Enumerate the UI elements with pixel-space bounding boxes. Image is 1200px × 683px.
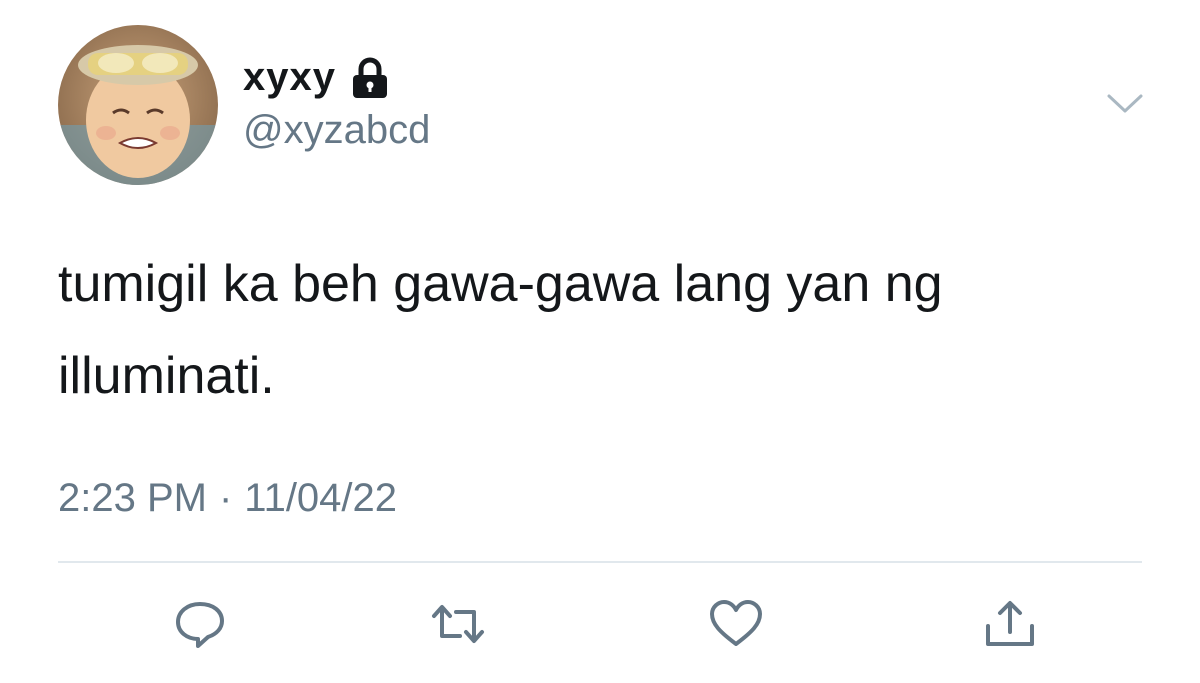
tweet-time: 2:23 PM [58,476,207,520]
timestamp-separator: · [218,476,233,520]
like-button[interactable] [708,598,764,650]
avatar-image [58,25,218,185]
user-handle[interactable]: @xyzabcd [243,108,430,153]
timestamp[interactable]: 2:23 PM · 11/04/22 [58,476,397,521]
share-button[interactable] [982,598,1038,650]
display-name[interactable]: xyxy [243,55,336,100]
divider [58,561,1142,563]
speech-bubble-icon [176,602,224,648]
heart-icon [710,600,762,646]
display-name-row: xyxy [243,55,390,100]
tweet-card: xyxy @xyzabcd tumigil ka beh gawa-gawa l… [0,0,1200,683]
retweet-icon [432,605,484,643]
tweet-date: 11/04/22 [244,476,398,520]
retweet-button[interactable] [430,598,486,650]
lock-icon [350,56,390,100]
tweet-text: tumigil ka beh gawa-gawa lang yan ng ill… [58,255,943,405]
reply-button[interactable] [172,598,228,650]
avatar[interactable] [58,25,218,185]
share-icon [986,601,1034,646]
chevron-down-icon[interactable] [1105,92,1145,116]
